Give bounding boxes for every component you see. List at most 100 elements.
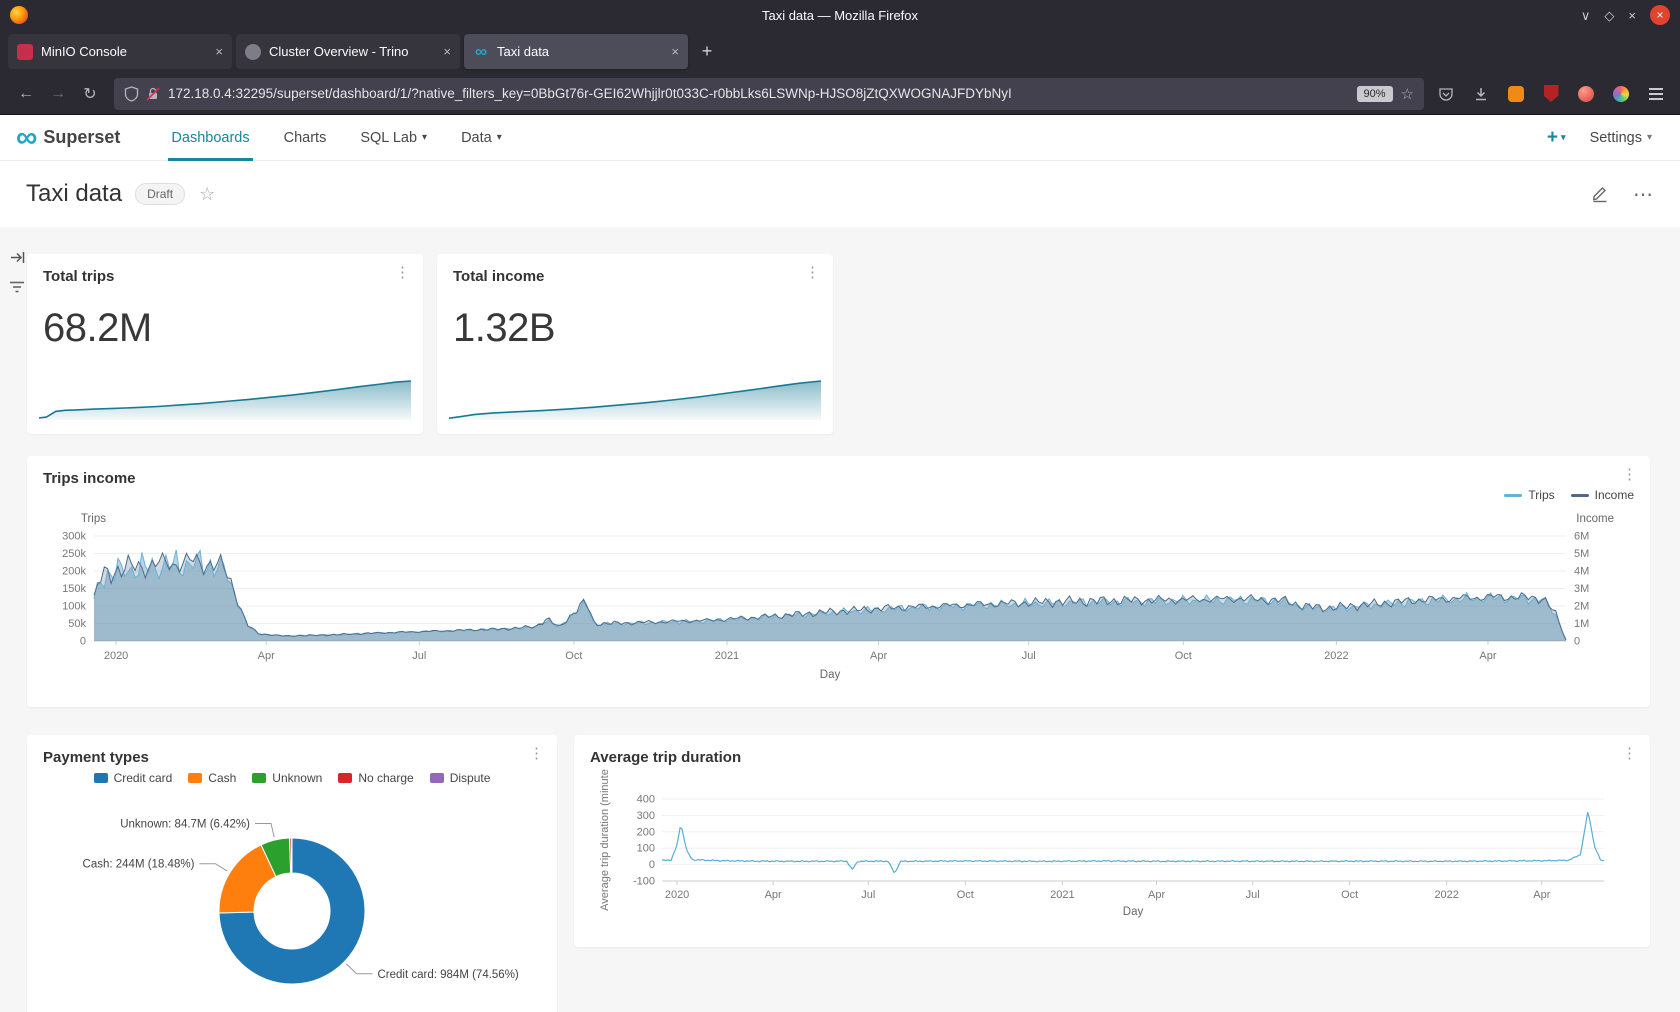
svg-text:200: 200	[637, 826, 655, 838]
navbar-right: + ▾ Settings ▾	[1547, 127, 1664, 149]
settings-label: Settings	[1590, 130, 1642, 146]
svg-text:1M: 1M	[1574, 618, 1589, 630]
dashboard-title: Taxi data	[26, 180, 122, 208]
chevron-down-icon: ▾	[1561, 132, 1566, 143]
account-avatar-icon[interactable]	[1572, 80, 1600, 108]
close-icon[interactable]: ×	[1628, 9, 1636, 22]
window-controls: ∨ ◇ × ×	[1581, 5, 1680, 25]
extension-pinwheel-icon[interactable]	[1607, 80, 1635, 108]
url-toolbar: ← → ↻ 172.18.0.4:32295/superset/dashboar…	[0, 73, 1680, 115]
big-number-value: 68.2M	[43, 306, 152, 351]
browser-tab-trino[interactable]: Cluster Overview - Trino ×	[236, 34, 460, 69]
superset-favicon-icon: ∞	[473, 44, 489, 60]
svg-text:250k: 250k	[62, 548, 86, 560]
new-tab-button[interactable]: +	[692, 37, 722, 67]
chevron-down-icon: ▾	[497, 132, 502, 143]
minio-favicon-icon	[17, 44, 33, 60]
more-options-icon[interactable]: ⋯	[1633, 182, 1654, 207]
filter-funnel-icon[interactable]	[9, 280, 25, 294]
settings-menu[interactable]: Settings ▾	[1590, 130, 1652, 146]
svg-text:400: 400	[637, 794, 655, 806]
total-trips-sparkline	[39, 376, 411, 422]
superset-navbar: ∞ Superset DashboardsChartsSQL Lab▾Data▾…	[0, 115, 1680, 161]
firefox-logo-icon	[10, 6, 28, 24]
trips-income-card: Trips income ⋮ TripsIncome 300k6M250k5M2…	[27, 456, 1650, 707]
svg-text:Jul: Jul	[412, 650, 426, 662]
tracking-shield-icon[interactable]	[124, 86, 139, 102]
pocket-icon[interactable]	[1432, 80, 1460, 108]
svg-text:Cash: 244M (18.48%): Cash: 244M (18.48%)	[83, 859, 195, 871]
svg-text:2M: 2M	[1574, 601, 1589, 613]
filter-rail	[6, 249, 28, 294]
bookmark-star-icon[interactable]: ☆	[1401, 85, 1414, 103]
avg-duration-chart: 4003002001000-1002020AprJulOct2021AprJul…	[574, 735, 1650, 947]
menu-icon[interactable]	[1642, 80, 1670, 108]
svg-text:Apr: Apr	[870, 650, 887, 662]
svg-text:0: 0	[1574, 636, 1580, 648]
ublock-icon[interactable]	[1537, 80, 1565, 108]
svg-text:Apr: Apr	[1148, 889, 1165, 901]
window-title: Taxi data — Mozilla Firefox	[0, 8, 1680, 23]
brand-name: Superset	[43, 127, 120, 148]
svg-text:2020: 2020	[665, 889, 689, 901]
payment-types-donut-chart: Credit card: 984M (74.56%)Cash: 244M (18…	[27, 735, 557, 1012]
browser-tab-minio[interactable]: MinIO Console×	[8, 34, 232, 69]
svg-text:Income: Income	[1576, 513, 1614, 525]
minimize-icon[interactable]: ∨	[1581, 9, 1591, 22]
nav-item-data[interactable]: Data▾	[444, 115, 519, 161]
svg-text:Apr: Apr	[1479, 650, 1496, 662]
superset-logo[interactable]: ∞ Superset	[16, 125, 120, 151]
expand-filter-bar-icon[interactable]	[9, 249, 26, 266]
chevron-down-icon: ▾	[1647, 132, 1652, 143]
zoom-badge[interactable]: 90%	[1357, 86, 1393, 102]
svg-text:2020: 2020	[104, 650, 128, 662]
reload-button[interactable]: ↻	[74, 78, 106, 110]
tab-close-icon[interactable]: ×	[671, 44, 679, 59]
svg-text:Apr: Apr	[258, 650, 275, 662]
superset-menu: DashboardsChartsSQL Lab▾Data▾	[154, 115, 518, 161]
page-content: ∞ Superset DashboardsChartsSQL Lab▾Data▾…	[0, 115, 1680, 1012]
payment-types-card: Payment types ⋮ Credit cardCashUnknownNo…	[27, 735, 557, 1012]
insecure-lock-icon[interactable]	[146, 86, 160, 102]
url-field[interactable]: 172.18.0.4:32295/superset/dashboard/1/?n…	[114, 78, 1424, 110]
nav-item-charts[interactable]: Charts	[267, 115, 344, 161]
svg-text:4M: 4M	[1574, 566, 1589, 578]
total-income-card: Total income ⋮ 1.32B	[437, 254, 833, 434]
chart-menu-icon[interactable]: ⋮	[805, 265, 820, 280]
svg-text:Apr: Apr	[765, 889, 782, 901]
nav-item-sql-lab[interactable]: SQL Lab▾	[343, 115, 444, 161]
total-income-sparkline	[449, 376, 821, 422]
favorite-star-icon[interactable]: ☆	[199, 184, 215, 205]
maximize-icon[interactable]: ◇	[1604, 9, 1614, 22]
firefox-window: Taxi data — Mozilla Firefox ∨ ◇ × × MinI…	[0, 0, 1680, 1012]
tab-title: Cluster Overview - Trino	[269, 44, 437, 59]
edit-pencil-icon[interactable]	[1591, 185, 1609, 203]
tab-close-icon[interactable]: ×	[215, 44, 223, 59]
tab-close-icon[interactable]: ×	[443, 44, 451, 59]
svg-text:2021: 2021	[715, 650, 739, 662]
nav-item-dashboards[interactable]: Dashboards	[154, 115, 266, 161]
back-button[interactable]: ←	[10, 78, 42, 110]
dashboard-content: Total trips ⋮ 68.2M Total income ⋮ 1.32B…	[0, 227, 1680, 1012]
browser-tab-superset[interactable]: ∞ Taxi data ×	[464, 34, 688, 69]
url-text[interactable]: 172.18.0.4:32295/superset/dashboard/1/?n…	[168, 86, 1349, 101]
downloads-icon[interactable]	[1467, 80, 1495, 108]
svg-text:-100: -100	[633, 876, 655, 888]
tab-strip: MinIO Console×Cluster Overview - Trino×∞…	[0, 30, 1680, 73]
svg-text:Average trip duration (minute: Average trip duration (minute	[599, 769, 611, 911]
forward-button[interactable]: →	[42, 78, 74, 110]
tab-title: Taxi data	[497, 44, 665, 59]
svg-text:0: 0	[80, 636, 86, 648]
svg-text:Day: Day	[820, 669, 841, 681]
svg-text:5M: 5M	[1574, 548, 1589, 560]
add-new-button[interactable]: + ▾	[1547, 127, 1566, 149]
superset-infinity-icon: ∞	[16, 125, 37, 151]
svg-text:Day: Day	[1123, 906, 1144, 918]
privacy-badger-icon[interactable]	[1502, 80, 1530, 108]
chart-menu-icon[interactable]: ⋮	[395, 265, 410, 280]
window-close-button[interactable]: ×	[1650, 5, 1670, 25]
svg-text:2022: 2022	[1324, 650, 1348, 662]
draft-badge: Draft	[135, 183, 185, 205]
chevron-down-icon: ▾	[422, 132, 427, 143]
svg-text:3M: 3M	[1574, 583, 1589, 595]
